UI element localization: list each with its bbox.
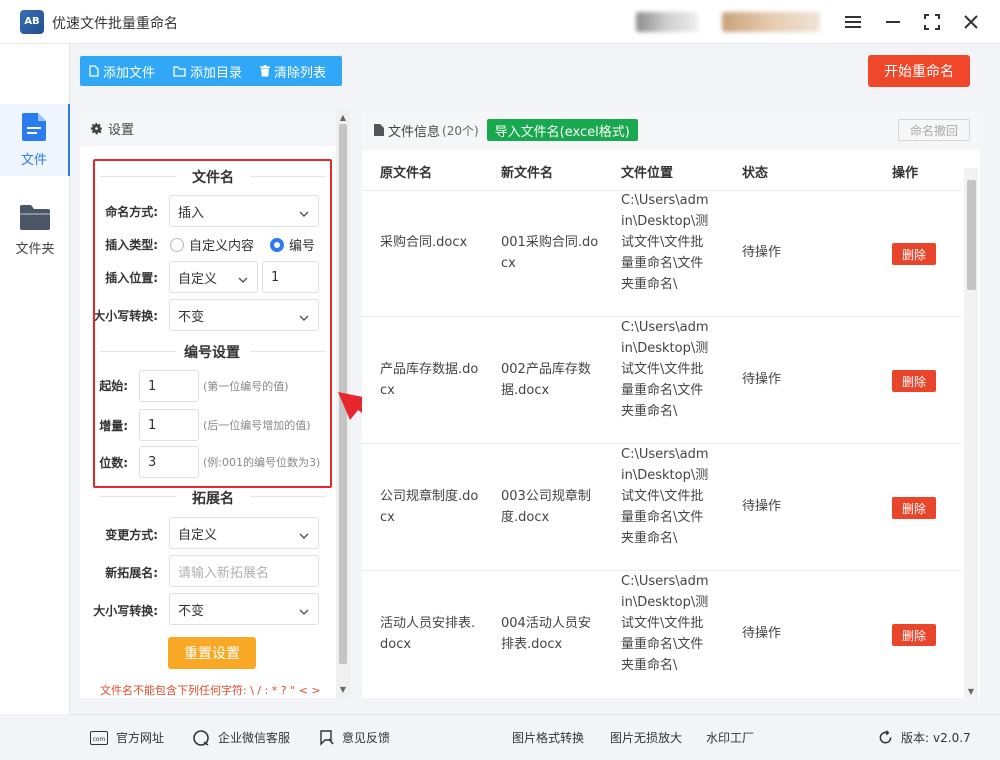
title-bar: AB 优速文件批量重命名 xyxy=(0,0,1000,44)
sidebar-item-label: 文件夹 xyxy=(15,241,55,257)
website-icon: com xyxy=(90,730,108,745)
import-excel-button[interactable]: 导入文件名(excel格式) xyxy=(486,119,638,141)
folder-add-icon xyxy=(173,65,186,77)
folder-icon xyxy=(20,204,50,234)
chevron-down-icon xyxy=(299,528,309,543)
cell-original-name: 公司规章制度.docx xyxy=(380,489,479,525)
trash-icon xyxy=(260,65,271,77)
cell-location: C:\Users\admin\Desktop\测试文件\文件批量重命名\文件夹重… xyxy=(621,320,709,419)
extension-section-title: 拓展名 xyxy=(192,491,234,507)
cell-new-name: 001采购合同.docx xyxy=(501,235,599,271)
delete-row-button[interactable]: 删除 xyxy=(892,370,936,392)
blurred-avatar xyxy=(636,12,698,32)
divider xyxy=(250,496,326,497)
cell-location: C:\Users\admin\Desktop\测试文件\文件批量重命名\文件夹重… xyxy=(621,447,709,546)
sidebar: 文件 文件夹 xyxy=(0,44,70,714)
scroll-up-arrow-icon[interactable]: ▲ xyxy=(336,112,350,124)
minimize-icon[interactable] xyxy=(880,9,906,35)
change-mode-label: 变更方式: xyxy=(105,528,158,542)
cell-status: 待操作 xyxy=(742,372,782,387)
scroll-thumb[interactable] xyxy=(967,180,976,290)
new-extension-label: 新拓展名: xyxy=(105,566,158,580)
version-info: 版本: v2.0.7 xyxy=(878,729,971,746)
website-icon-text: com xyxy=(93,736,106,743)
column-header-action: 操作 xyxy=(892,166,919,181)
close-icon[interactable] xyxy=(958,9,984,35)
scroll-down-arrow-icon[interactable]: ▼ xyxy=(964,686,978,698)
official-site-link[interactable]: com 官方网址 xyxy=(90,729,164,746)
gear-icon xyxy=(90,122,103,135)
cell-new-name: 003公司规章制度.docx xyxy=(501,489,591,525)
toolbar: 添加文件 添加目录 清除列表 xyxy=(80,56,342,86)
file-info-panel: 文件信息 (20个) 导入文件名(excel格式) 命名撤回 原文件名 新文件名… xyxy=(362,110,980,698)
column-header-new: 新文件名 xyxy=(501,166,554,181)
menu-icon[interactable] xyxy=(840,9,866,35)
add-directory-button[interactable]: 添加目录 xyxy=(164,56,251,86)
chat-icon xyxy=(192,729,210,746)
cell-location: C:\Users\admin\Desktop\测试文件\文件批量重命名\文件夹重… xyxy=(621,193,709,292)
file-icon xyxy=(22,112,46,145)
new-extension-input[interactable]: 请输入新拓展名 xyxy=(169,555,319,587)
chevron-down-icon xyxy=(299,604,309,619)
extension-case-label: 大小写转换: xyxy=(93,604,158,618)
cell-status: 待操作 xyxy=(742,499,782,514)
cell-status: 待操作 xyxy=(742,245,782,260)
column-header-original: 原文件名 xyxy=(380,166,433,181)
sidebar-item-file[interactable]: 文件 xyxy=(0,104,70,176)
window-title: 优速文件批量重命名 xyxy=(52,16,178,32)
sidebar-item-label: 文件 xyxy=(20,152,47,168)
column-header-status: 状态 xyxy=(742,166,769,181)
cell-new-name: 004活动人员安排表.docx xyxy=(501,616,591,652)
watermark-link[interactable]: 水印工厂 xyxy=(706,729,754,746)
cell-original-name: 产品库存数据.docx xyxy=(380,362,479,398)
cell-status: 待操作 xyxy=(742,626,782,641)
sidebar-item-folder[interactable]: 文件夹 xyxy=(0,194,70,266)
cell-new-name: 002产品库存数据.docx xyxy=(501,362,591,398)
delete-row-button[interactable]: 删除 xyxy=(892,497,936,519)
clear-list-button[interactable]: 清除列表 xyxy=(251,56,335,86)
document-icon xyxy=(374,124,384,136)
cell-original-name: 活动人员安排表.docx xyxy=(380,616,476,652)
wechat-service-link[interactable]: 企业微信客服 xyxy=(192,729,290,746)
cell-original-name: 采购合同.docx xyxy=(380,235,468,250)
delete-row-button[interactable]: 删除 xyxy=(892,243,936,265)
extension-case-select[interactable]: 不变 xyxy=(169,593,319,625)
blurred-username xyxy=(722,12,820,32)
maximize-icon[interactable] xyxy=(919,9,945,35)
add-file-button[interactable]: 添加文件 xyxy=(80,56,164,86)
table-scrollbar[interactable]: ▼ xyxy=(964,168,978,698)
divider xyxy=(100,496,176,497)
undo-rename-button[interactable]: 命名撤回 xyxy=(898,119,970,141)
reset-settings-button[interactable]: 重置设置 xyxy=(168,637,256,669)
image-convert-link[interactable]: 图片格式转换 xyxy=(512,729,584,746)
settings-header: 设置 xyxy=(80,110,336,146)
image-enlarge-link[interactable]: 图片无损放大 xyxy=(610,729,682,746)
cell-location: C:\Users\admin\Desktop\测试文件\文件批量重命名\文件夹重… xyxy=(621,574,709,673)
column-header-location: 文件位置 xyxy=(621,166,674,181)
feedback-link[interactable]: 意见反馈 xyxy=(320,729,390,746)
delete-row-button[interactable]: 删除 xyxy=(892,624,936,646)
footer: com 官方网址 企业微信客服 意见反馈 图片格式转换 图片无损放大 水印工厂 … xyxy=(70,714,1000,760)
refresh-icon xyxy=(878,730,893,745)
start-rename-button[interactable]: 开始重命名 xyxy=(868,55,970,87)
app-logo: AB xyxy=(20,10,44,34)
highlight-box xyxy=(93,159,332,488)
scroll-down-arrow-icon[interactable]: ▼ xyxy=(336,684,350,696)
file-info-header: 文件信息 (20个) 导入文件名(excel格式) xyxy=(362,110,980,150)
file-add-icon xyxy=(89,65,99,77)
change-mode-select[interactable]: 自定义 xyxy=(169,517,319,549)
invalid-chars-warning: 文件名不能包含下列任何字符: \ / : * ? " < > xyxy=(100,684,321,697)
feedback-icon xyxy=(320,729,334,746)
